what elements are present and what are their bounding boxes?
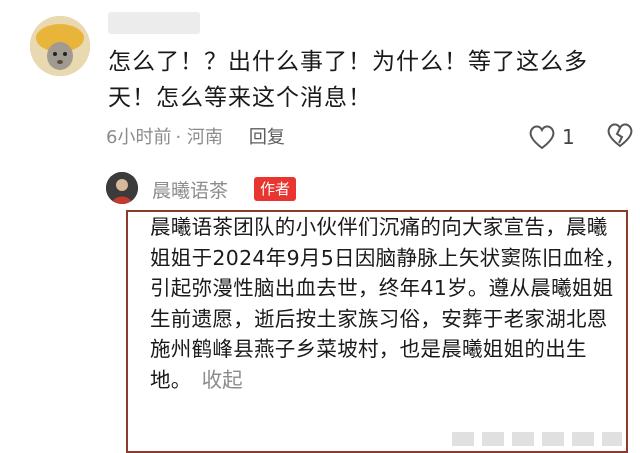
like-button[interactable]: 1 bbox=[528, 122, 575, 152]
reply-button[interactable]: 回复 bbox=[249, 123, 285, 149]
dislike-button[interactable] bbox=[606, 122, 634, 152]
author-reply-body: 晨曦语茶团队的小伙伴们沉痛的向大家宣告，晨曦姐姐于2024年9月5日因脑静脉上矢… bbox=[150, 215, 626, 392]
commenter-username-blurred bbox=[108, 12, 200, 34]
commenter-avatar[interactable] bbox=[30, 16, 90, 76]
author-reply-text: 晨曦语茶团队的小伙伴们沉痛的向大家宣告，晨曦姐姐于2024年9月5日因脑静脉上矢… bbox=[150, 212, 628, 395]
author-portrait-icon bbox=[106, 172, 138, 204]
comment-location: · 河南 bbox=[175, 127, 223, 148]
mushroom-avatar-icon bbox=[30, 16, 90, 76]
watermark-blurred bbox=[452, 432, 622, 446]
comment-text: 怎么了！？出什么事了！为什么！等了这么多天！怎么等来这个消息！ bbox=[108, 49, 588, 111]
comment-meta: 6小时前 · 河南 回复 bbox=[106, 122, 285, 150]
collapse-button[interactable]: 收起 bbox=[202, 368, 243, 392]
comment-time: 6小时前 bbox=[106, 127, 172, 148]
author-badge: 作者 bbox=[254, 177, 297, 201]
like-count: 1 bbox=[562, 125, 575, 149]
broken-heart-icon bbox=[607, 123, 633, 148]
heart-icon bbox=[529, 125, 555, 150]
author-name[interactable]: 晨曦语茶 bbox=[152, 176, 228, 203]
author-avatar[interactable] bbox=[106, 172, 138, 204]
